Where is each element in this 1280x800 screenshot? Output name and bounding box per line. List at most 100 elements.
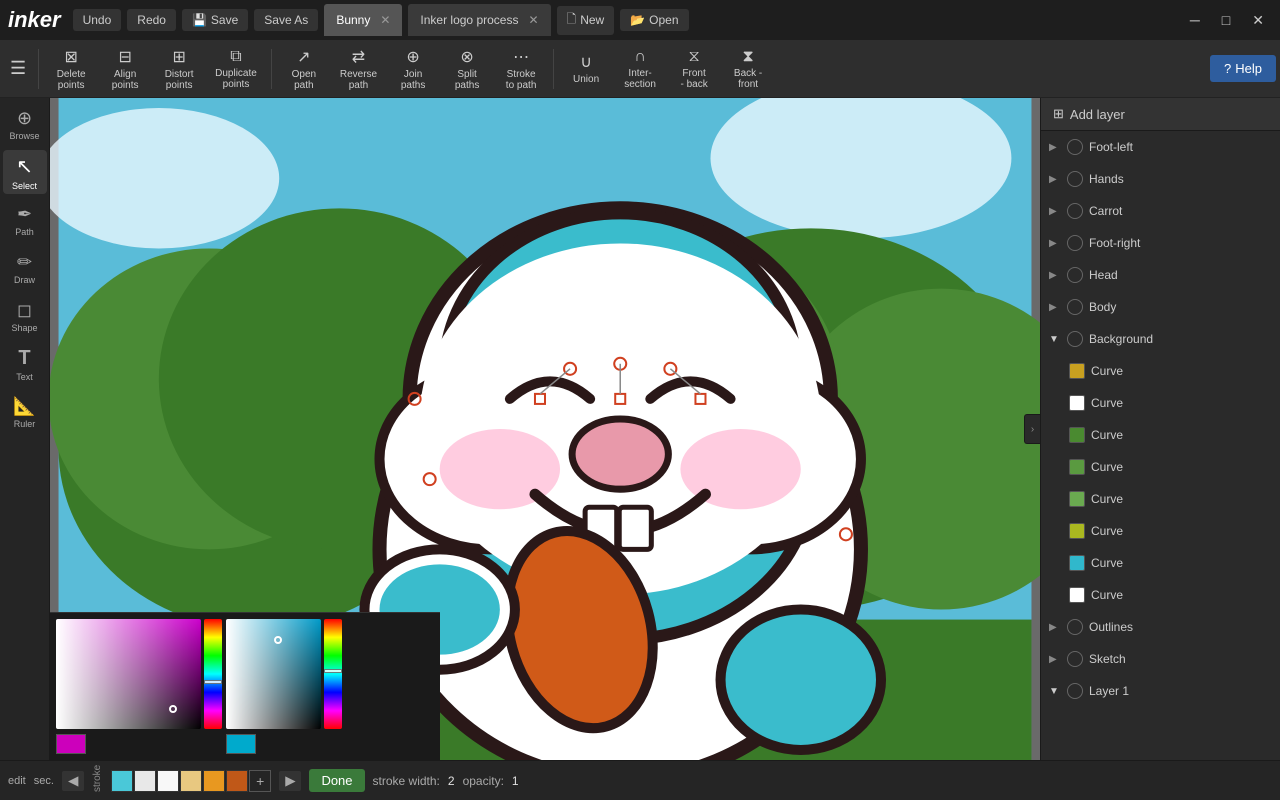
layer-item-curve5[interactable]: Curve [1041, 483, 1280, 515]
left-sidebar: ⊕ Browse ↖ Select ✒ Path ✏ Draw ◻ Shape … [0, 98, 50, 760]
secondary-color-gradient[interactable] [226, 619, 321, 729]
add-swatch-button[interactable]: + [249, 770, 271, 792]
save-button[interactable]: 💾 Save [182, 9, 248, 31]
toolbar: ☰ ⊠ Deletepoints ⊟ Alignpoints ⊞ Distort… [0, 40, 1280, 98]
layer-visibility-background[interactable] [1067, 331, 1083, 347]
swatch-6[interactable] [226, 770, 248, 792]
split-paths-icon: ⊗ [460, 47, 473, 67]
reverse-path-button[interactable]: ⇄ Reversepath [332, 43, 385, 95]
maximize-button[interactable]: □ [1214, 8, 1238, 32]
swatch-5[interactable] [203, 770, 225, 792]
ruler-tool[interactable]: 📐 Ruler [3, 390, 47, 434]
secondary-hue-strip[interactable] [324, 619, 342, 729]
layer-item-layer1[interactable]: ▼ Layer 1 [1041, 675, 1280, 707]
opacity-label: opacity: [463, 774, 504, 788]
layer-item-foot-left[interactable]: ▶ Foot-left [1041, 131, 1280, 163]
layer-item-body[interactable]: ▶ Body [1041, 291, 1280, 323]
primary-gradient-cursor[interactable] [169, 705, 177, 713]
layer-color-curve8 [1069, 587, 1085, 603]
layer-visibility-sketch[interactable] [1067, 651, 1083, 667]
stroke-to-path-button[interactable]: ⋯ Stroketo path [495, 43, 547, 95]
delete-points-icon: ⊠ [64, 47, 77, 67]
add-layer-button[interactable]: ⊞ Add layer [1041, 98, 1280, 131]
swatch-4[interactable] [180, 770, 202, 792]
front-back-icon: ⧖ [688, 48, 699, 66]
path-tool[interactable]: ✒ Path [3, 198, 47, 242]
menu-button[interactable]: ☰ [4, 52, 32, 85]
select-tool[interactable]: ↖ Select [3, 150, 47, 194]
layer-visibility-carrot[interactable] [1067, 203, 1083, 219]
align-points-button[interactable]: ⊟ Alignpoints [99, 43, 151, 95]
stroke-label: stroke [92, 770, 103, 792]
tab-close-bunny[interactable]: ✕ [380, 13, 390, 27]
layer-arrow: ▶ [1049, 238, 1061, 249]
done-button[interactable]: Done [309, 769, 364, 792]
save-as-button[interactable]: Save As [254, 9, 318, 31]
layer-item-foot-right[interactable]: ▶ Foot-right [1041, 227, 1280, 259]
swatch-2[interactable] [134, 770, 156, 792]
layer-item-curve8[interactable]: Curve [1041, 579, 1280, 611]
layer-item-sketch[interactable]: ▶ Sketch [1041, 643, 1280, 675]
panel-toggle-button[interactable]: › [1024, 414, 1040, 444]
secondary-gradient-cursor[interactable] [274, 636, 282, 644]
distort-points-button[interactable]: ⊞ Distortpoints [153, 43, 205, 95]
layer-visibility-outlines[interactable] [1067, 619, 1083, 635]
undo-button[interactable]: Undo [73, 9, 122, 31]
toolbar-separator [38, 49, 39, 89]
back-front-button[interactable]: ⧗ Back -front [722, 44, 774, 94]
shape-tool[interactable]: ◻ Shape [3, 294, 47, 338]
text-tool[interactable]: T Text [3, 342, 47, 386]
duplicate-points-button[interactable]: ⧉ Duplicatepoints [207, 44, 265, 94]
browse-icon: ⊕ [17, 108, 32, 129]
layer-visibility-layer1[interactable] [1067, 683, 1083, 699]
layer-color-curve4 [1069, 459, 1085, 475]
open-button[interactable]: 📂 Open [620, 9, 688, 31]
canvas-area[interactable] [50, 98, 1040, 760]
open-path-button[interactable]: ↗ Openpath [278, 43, 330, 95]
stroke-width-label: stroke width: [373, 774, 440, 788]
front-back-button[interactable]: ⧖ Front- back [668, 44, 720, 94]
align-points-icon: ⊟ [118, 47, 131, 67]
layer-visibility-foot-right[interactable] [1067, 235, 1083, 251]
layer-item-head[interactable]: ▶ Head [1041, 259, 1280, 291]
tab-inker-logo[interactable]: Inker logo process ✕ [408, 4, 550, 36]
color-picker-area[interactable] [50, 612, 440, 760]
split-paths-button[interactable]: ⊗ Splitpaths [441, 43, 493, 95]
toolbar-separator-3 [553, 49, 554, 89]
intersection-button[interactable]: ∩ Inter-section [614, 44, 666, 94]
new-button[interactable]: 🗋 New [557, 6, 615, 35]
arrow-left-button[interactable]: ◀ [62, 771, 84, 791]
layer-item-background[interactable]: ▼ Background [1041, 323, 1280, 355]
swatch-3[interactable] [157, 770, 179, 792]
join-paths-button[interactable]: ⊕ Joinpaths [387, 43, 439, 95]
browse-tool[interactable]: ⊕ Browse [3, 102, 47, 146]
redo-button[interactable]: Redo [127, 9, 176, 31]
tab-bunny[interactable]: Bunny ✕ [324, 4, 402, 36]
tab-close-inker-logo[interactable]: ✕ [528, 13, 538, 27]
arrow-right-button[interactable]: ▶ [279, 771, 301, 791]
minimize-button[interactable]: ─ [1182, 8, 1208, 32]
layer-item-curve6[interactable]: Curve [1041, 515, 1280, 547]
draw-tool[interactable]: ✏ Draw [3, 246, 47, 290]
primary-hue-strip[interactable] [204, 619, 222, 729]
layer-item-curve4[interactable]: Curve [1041, 451, 1280, 483]
layer-item-curve3[interactable]: Curve [1041, 419, 1280, 451]
layer-arrow: ▶ [1049, 622, 1061, 633]
layer-visibility-head[interactable] [1067, 267, 1083, 283]
layer-item-curve7[interactable]: Curve [1041, 547, 1280, 579]
delete-points-button[interactable]: ⊠ Deletepoints [45, 43, 97, 95]
layer-visibility-foot-left[interactable] [1067, 139, 1083, 155]
layer-item-curve1[interactable]: Curve [1041, 355, 1280, 387]
swatch-1[interactable] [111, 770, 133, 792]
help-button[interactable]: ? Help [1210, 55, 1276, 82]
layer-item-outlines[interactable]: ▶ Outlines [1041, 611, 1280, 643]
union-button[interactable]: ∪ Union [560, 48, 612, 89]
layer-item-hands[interactable]: ▶ Hands [1041, 163, 1280, 195]
layer-arrow: ▶ [1049, 302, 1061, 313]
layer-item-curve2[interactable]: Curve [1041, 387, 1280, 419]
layer-item-carrot[interactable]: ▶ Carrot [1041, 195, 1280, 227]
primary-color-gradient[interactable] [56, 619, 201, 729]
close-button[interactable]: ✕ [1244, 8, 1272, 33]
layer-visibility-body[interactable] [1067, 299, 1083, 315]
layer-visibility-hands[interactable] [1067, 171, 1083, 187]
